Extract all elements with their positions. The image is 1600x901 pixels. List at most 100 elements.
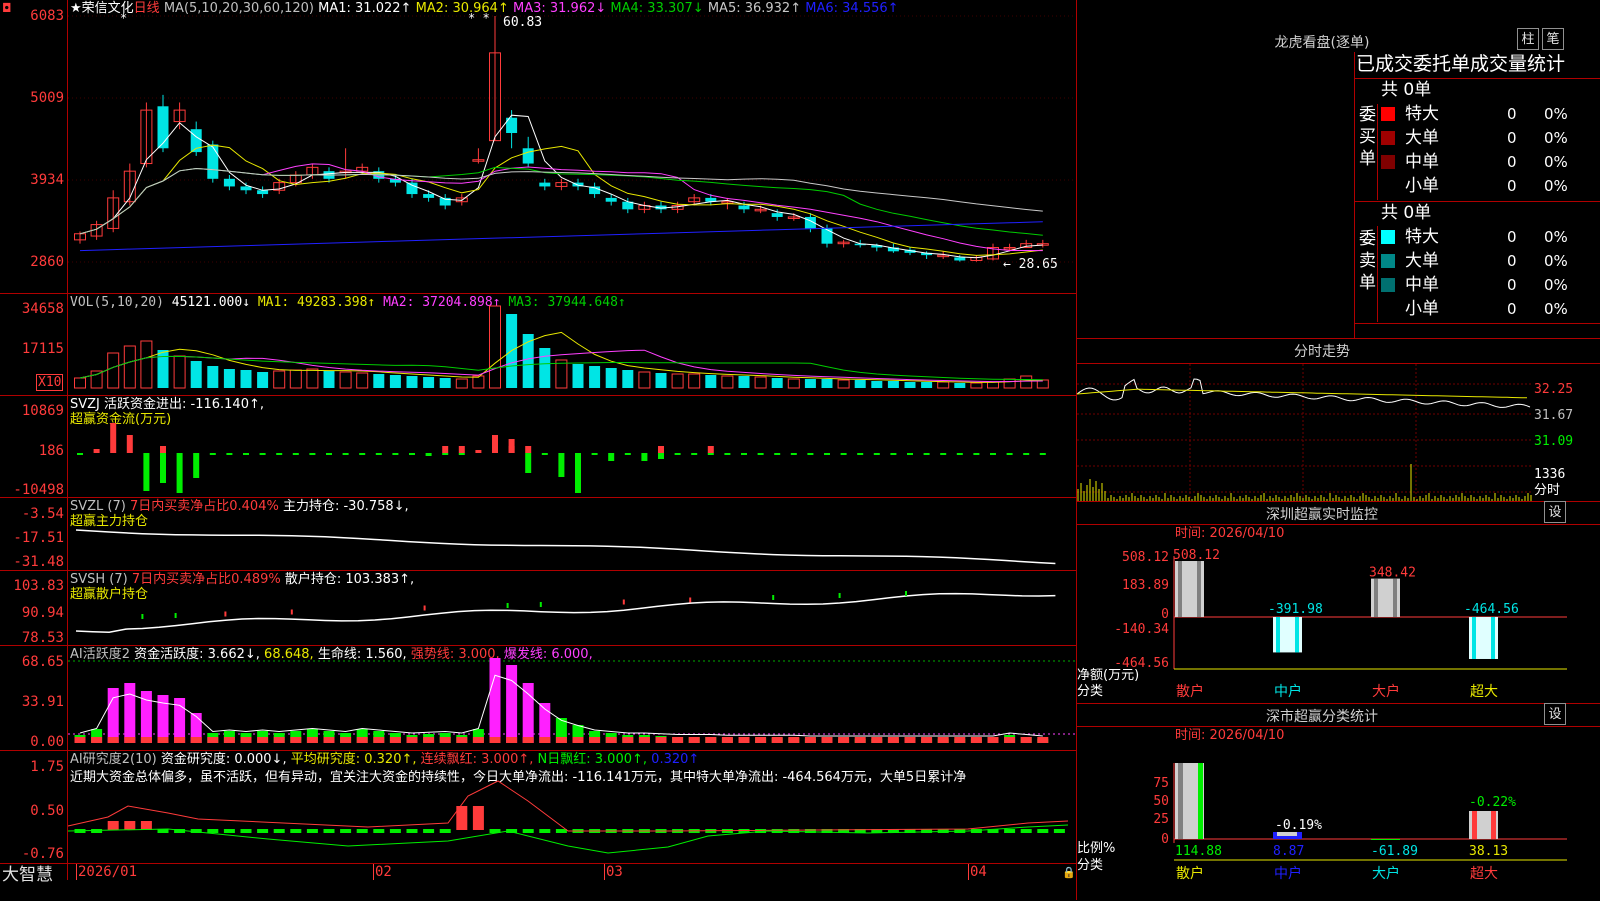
svsh-pane[interactable]: SVSH (7) 7日内买卖净占比0.489% 散户持仓: 103.383↑, … <box>0 571 1077 646</box>
volume-bar <box>871 381 883 388</box>
svsh-svg[interactable] <box>68 571 1076 646</box>
activity-base <box>207 737 219 743</box>
buy-bottom-line <box>1354 201 1600 202</box>
fund-flow-bar <box>990 453 996 455</box>
ai-research-pane[interactable]: AI研究度2(10) 资金研究度: 0.000↓, 平均研究度: 0.320↑,… <box>0 751 1077 863</box>
svzj-svg[interactable] <box>68 396 1076 498</box>
volume-bar <box>140 340 153 389</box>
volume-bar <box>389 375 401 388</box>
research-bar <box>340 829 352 833</box>
activity-base <box>506 737 518 743</box>
monitor-bar-value: -464.56 <box>1464 602 1519 617</box>
price-pane[interactable]: ◘ ★荣信文化日线 MA(5,10,20,30,60,120) MA1: 31.… <box>0 0 1077 294</box>
fund-flow-bar <box>973 453 980 455</box>
pen-mode-button[interactable]: 笔 <box>1542 28 1564 50</box>
stat-value: 8.87 <box>1273 844 1304 859</box>
volume-bar <box>921 382 933 388</box>
stat-bar-shade <box>1198 763 1203 839</box>
stat-panel: 深市超赢分类统计 设 时间: 2026/04/10 比例% 分类 75 50 25 0… <box>1077 703 1600 900</box>
activity-base <box>456 737 468 743</box>
activity-base <box>423 737 435 743</box>
monitor-category: 中户 <box>1274 683 1302 700</box>
research-bar <box>373 829 385 833</box>
stat-axis-label: 0 <box>1161 832 1169 847</box>
activity-base <box>91 737 103 743</box>
lhb-left-line <box>1354 52 1355 338</box>
date-label-feb: 02 <box>375 864 392 880</box>
retail-tick <box>689 597 692 603</box>
volume-bar <box>605 368 617 388</box>
activity-base <box>356 737 368 743</box>
volume-bar <box>589 366 601 388</box>
lhb-tabs[interactable]: 已成交委托单成交量统计 <box>1356 52 1565 76</box>
intraday-svg[interactable] <box>1076 364 1532 501</box>
retail-tick <box>141 614 144 619</box>
bar-mode-button[interactable]: 柱 <box>1517 28 1539 50</box>
ai-active-svg[interactable] <box>68 646 1076 751</box>
fund-flow-bar <box>525 446 532 453</box>
candlestick-svg[interactable]: * * * <box>68 0 1076 294</box>
fund-flow-bar <box>143 453 150 491</box>
fund-flow-bar <box>707 453 714 455</box>
volume-bar <box>821 379 833 388</box>
fund-flow-bar <box>890 453 897 455</box>
monitor-bar-shade <box>1197 561 1201 617</box>
svzl-svg[interactable] <box>68 498 1076 571</box>
volume-bar <box>406 376 418 388</box>
stat-value: 38.13 <box>1469 844 1508 859</box>
date-label-jan: 2026/01 <box>78 864 138 880</box>
lhb-title: 龙虎看盘(逐单) <box>1274 35 1370 51</box>
buy-row: 特大 0 0% <box>1379 102 1600 126</box>
monitor-panel: 深圳超赢实时监控 设 时间: 2026/04/10 净额(万元) 分类 508.… <box>1077 501 1600 704</box>
fund-flow-bar <box>1023 453 1030 455</box>
kline-chart-area[interactable]: ◘ ★荣信文化日线 MA(5,10,20,30,60,120) MA1: 31.… <box>0 0 1077 900</box>
fund-flow-bar <box>840 453 847 455</box>
fund-flow-bar <box>575 453 581 493</box>
ai-research-axis-bottom: -0.76 <box>21 846 64 862</box>
stat-axis-label: 25 <box>1153 812 1169 827</box>
fund-flow-bar <box>160 453 166 483</box>
svzl-axis-bottom: -31.48 <box>13 554 64 570</box>
monitor-chart-svg[interactable]: 508.12 183.89 0-140.34 -464.56 508.12 -391.98… <box>1077 501 1600 703</box>
fund-flow-bar <box>126 435 133 453</box>
stat-bar-shade <box>1472 811 1477 839</box>
volume-bar <box>273 370 286 389</box>
fund-flow-bar <box>724 453 731 455</box>
ai-active-pane[interactable]: AI活跃度2 资金活跃度: 3.662↓, 68.648, 生命线: 1.560… <box>0 646 1077 751</box>
volume-bar <box>223 369 235 388</box>
brand-label[interactable]: 大智慧 <box>2 865 53 885</box>
volume-bar <box>439 378 451 388</box>
vol-unit-badge: X10 <box>36 374 64 391</box>
fund-flow-bar <box>492 435 498 453</box>
candle-body <box>157 106 169 149</box>
volume-bar <box>207 366 219 388</box>
price-axis-top: 6083 <box>30 8 64 24</box>
sell-name: 特大 <box>1405 227 1439 247</box>
candle-body <box>522 148 534 164</box>
stat-chart-svg[interactable]: 75 50 25 0 -0.19% -0.22% 114.88 8.87 -61.89 38.13… <box>1077 703 1600 900</box>
volume-pane[interactable]: VOL(5,10,20) 45121.000↓ MA1: 49283.398↑ … <box>0 294 1077 396</box>
volume-bar <box>954 383 966 388</box>
activity-base <box>838 737 850 743</box>
fund-flow-bar <box>541 453 548 455</box>
sell-swatch <box>1381 230 1395 244</box>
intraday-panel[interactable]: 分时走势 32.25 31.67 31.09 1336 分时 <box>1076 338 1600 502</box>
activity-base <box>522 737 534 743</box>
svzj-axis-bottom: -10498 <box>13 482 64 498</box>
activity-base <box>257 737 269 743</box>
svzl-pane[interactable]: SVZL (7) 7日内买卖净占比0.404% 主力持仓: -30.758↓, … <box>0 498 1077 571</box>
sell-rows: 特大 0 0% 大单 0 0% 中单 0 0% 小单 0 0% <box>1379 225 1600 325</box>
lhb-tabs-underline <box>1354 78 1600 79</box>
lock-icon[interactable]: 🔒 <box>1062 865 1076 880</box>
svzj-pane[interactable]: SVZJ 活跃资金进出: -116.140↑, 超赢资金流(万元) 10869 … <box>0 396 1077 498</box>
buy-swatch <box>1381 107 1395 121</box>
ai-research-svg[interactable] <box>67 751 1076 863</box>
volume-svg[interactable] <box>68 294 1076 396</box>
fund-flow-bar <box>458 453 465 455</box>
volume-bar <box>373 374 385 388</box>
candle-body <box>240 186 252 191</box>
monitor-bar-shade <box>1276 617 1280 653</box>
buy-pct: 0% <box>1544 153 1568 171</box>
activity-base <box>174 737 186 743</box>
activity-base <box>887 737 899 743</box>
